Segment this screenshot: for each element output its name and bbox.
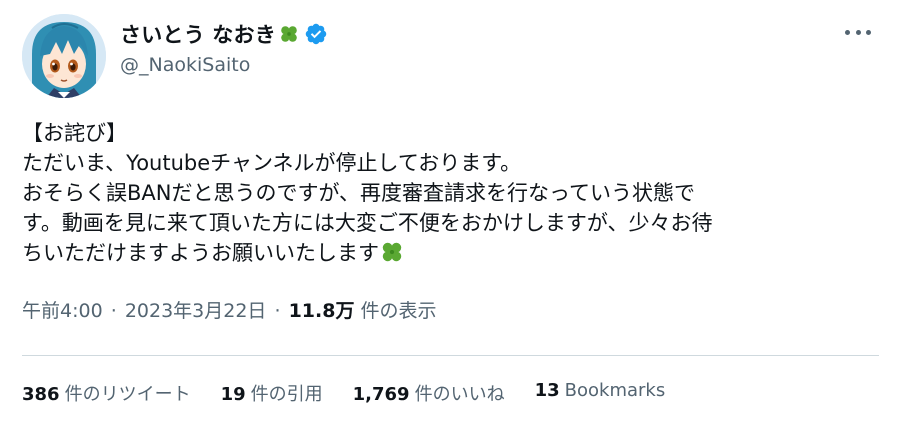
tweet-line: す。動画を見に来て頂いた方には大変ご不便をおかけしますが、少々お待 (22, 211, 713, 235)
divider (22, 355, 879, 356)
views-label[interactable]: 件の表示 (361, 300, 437, 322)
bookmarks-count: 13 (534, 380, 560, 401)
tweet-meta: 午前4:00 · 2023年3月22日 · 11.8万 件の表示 (22, 296, 437, 323)
tweet-line: 【お詫び】 (22, 121, 127, 145)
retweets-label: 件のリツイート (64, 384, 191, 405)
likes-count: 1,769 (352, 384, 410, 405)
avatar[interactable] (22, 14, 106, 98)
tweet-line: おそらく誤BANだと思うのですが、再度審査請求を行なっていう状態で (22, 181, 696, 205)
bookmarks-label: Bookmarks (564, 380, 666, 401)
meta-separator: · (110, 300, 117, 322)
avatar-image (22, 14, 106, 98)
quotes-label: 件の引用 (250, 384, 323, 405)
retweets-count: 386 (22, 384, 60, 405)
meta-separator: · (274, 300, 281, 322)
four-leaf-clover-icon (382, 242, 402, 262)
tweet-last-line: ちいただけますようお願いいたします (22, 238, 882, 268)
more-dot-icon (866, 29, 871, 35)
tweet-line: ただいま、Youtubeチャンネルが停止しております。 (22, 151, 522, 175)
quotes-stat[interactable]: 19 件の引用 (221, 380, 323, 406)
author-handle[interactable]: @_NaokiSaito (120, 54, 250, 76)
more-options-button[interactable] (845, 22, 871, 42)
likes-stat[interactable]: 1,769 件のいいね (353, 380, 505, 406)
more-dot-icon (845, 29, 850, 35)
author-name-row[interactable]: さいとう なおき (120, 20, 328, 48)
verified-badge-icon (305, 23, 327, 45)
more-dot-icon (855, 29, 861, 35)
tweet-line: ちいただけますようお願いいたします (22, 241, 379, 265)
likes-label: 件のいいね (414, 384, 505, 405)
tweet-date[interactable]: 2023年3月22日 (125, 300, 267, 322)
four-leaf-clover-icon (281, 26, 297, 42)
author-display-name[interactable]: さいとう なおき (120, 19, 276, 49)
tweet-stats: 386 件のリツイート 19 件の引用 1,769 件のいいね 13 Bookmarks (22, 380, 695, 406)
tweet-time[interactable]: 午前4:00 (22, 300, 103, 322)
tweet-text: 【お詫び】 ただいま、Youtubeチャンネルが停止しております。 おそらく誤B… (22, 118, 882, 268)
views-count[interactable]: 11.8万 (289, 300, 355, 322)
bookmarks-stat[interactable]: 13 Bookmarks (535, 380, 666, 406)
retweets-stat[interactable]: 386 件のリツイート (22, 380, 191, 406)
quotes-count: 19 (220, 384, 246, 405)
